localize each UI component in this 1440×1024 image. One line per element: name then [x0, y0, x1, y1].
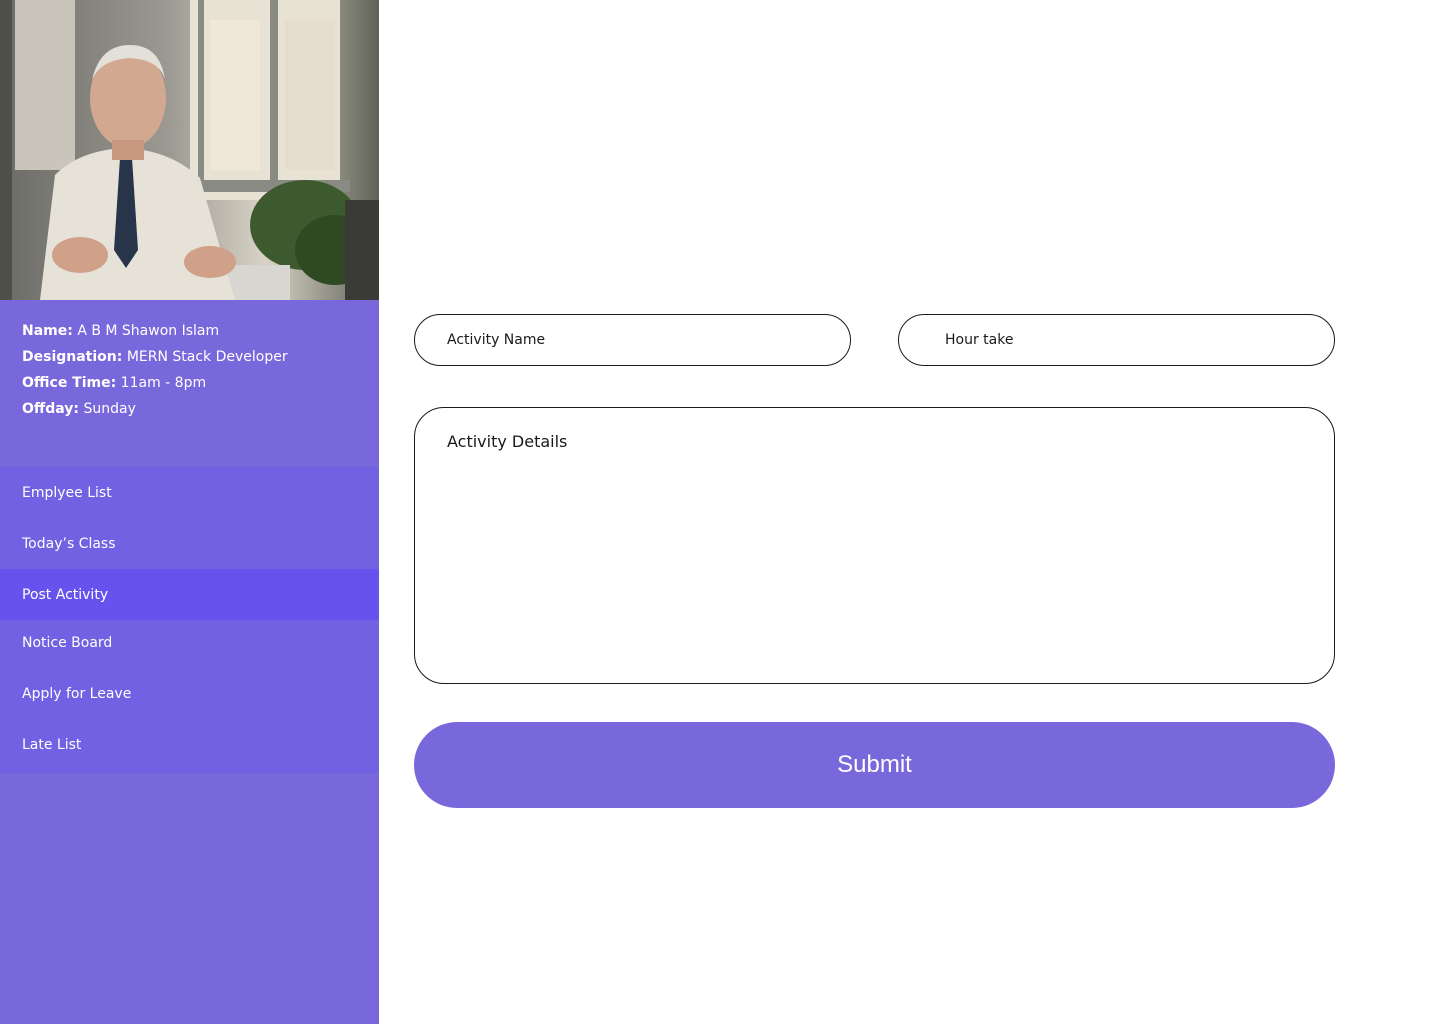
hour-take-input[interactable]: Hour take	[898, 314, 1335, 366]
profile-info: Name: A B M Shawon Islam Designation: ME…	[22, 318, 288, 422]
hour-take-placeholder: Hour take	[945, 332, 1014, 348]
sidebar-item-label: Today’s Class	[22, 535, 116, 552]
sidebar-item-post-activity[interactable]: Post Activity	[0, 569, 379, 620]
sidebar-item-apply-for-leave[interactable]: Apply for Leave	[0, 668, 379, 719]
offday-value: Sunday	[83, 401, 136, 417]
profile-photo	[0, 0, 379, 300]
profile-offday-row: Offday: Sunday	[22, 396, 288, 422]
sidebar-item-label: Notice Board	[22, 634, 113, 651]
sidebar-item-label: Late List	[22, 736, 82, 753]
profile-name-row: Name: A B M Shawon Islam	[22, 318, 288, 344]
sidebar-item-notice-board[interactable]: Notice Board	[0, 617, 379, 668]
sidebar-item-employee-list[interactable]: Emplyee List	[0, 467, 379, 518]
activity-name-placeholder: Activity Name	[447, 332, 546, 348]
designation-label: Designation:	[22, 349, 123, 365]
sidebar-item-late-list[interactable]: Late List	[0, 719, 379, 770]
sidebar-nav: Emplyee List Today’s Class Post Activity…	[0, 467, 379, 773]
name-value: A B M Shawon Islam	[77, 323, 220, 339]
activity-name-input[interactable]: Activity Name	[414, 314, 851, 366]
office-time-value: 11am - 8pm	[120, 375, 207, 391]
activity-details-placeholder: Activity Details	[447, 432, 568, 451]
name-label: Name:	[22, 323, 73, 339]
activity-details-textarea[interactable]: Activity Details	[414, 407, 1335, 684]
sidebar-item-label: Post Activity	[22, 586, 109, 603]
sidebar: Name: A B M Shawon Islam Designation: ME…	[0, 0, 379, 1024]
sidebar-item-label: Emplyee List	[22, 484, 112, 501]
profile-office-time-row: Office Time: 11am - 8pm	[22, 370, 288, 396]
sidebar-item-label: Apply for Leave	[22, 685, 132, 702]
submit-label: Submit	[837, 751, 912, 778]
submit-button[interactable]: Submit	[414, 722, 1335, 808]
offday-label: Offday:	[22, 401, 80, 417]
office-time-label: Office Time:	[22, 375, 117, 391]
designation-value: MERN Stack Developer	[126, 349, 288, 365]
profile-designation-row: Designation: MERN Stack Developer	[22, 344, 288, 370]
sidebar-item-todays-class[interactable]: Today’s Class	[0, 518, 379, 569]
